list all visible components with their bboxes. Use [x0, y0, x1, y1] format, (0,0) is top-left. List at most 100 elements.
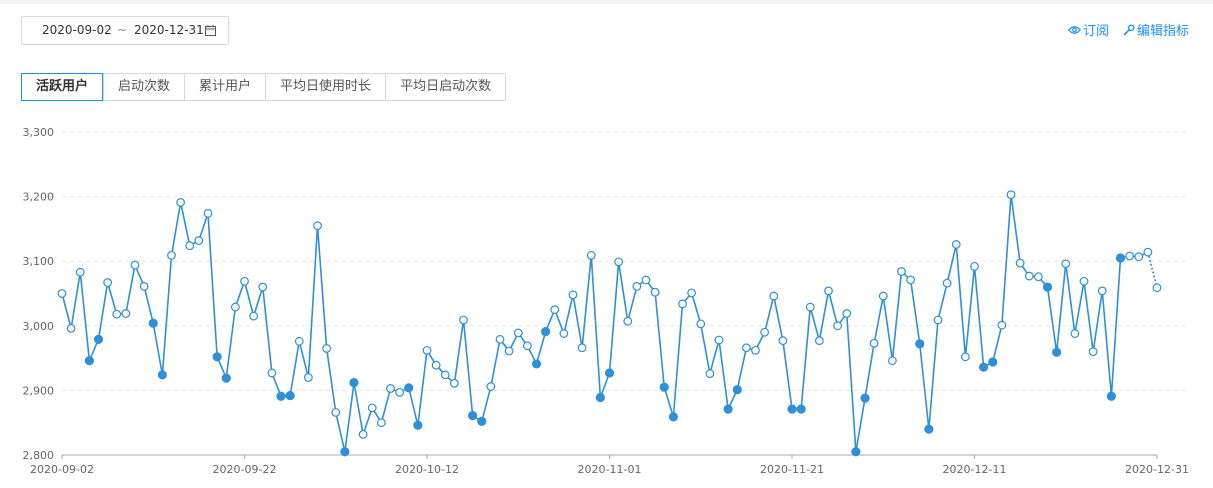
data-point	[176, 198, 186, 207]
data-point	[1134, 252, 1144, 262]
data-point	[970, 261, 979, 271]
data-point	[194, 236, 204, 245]
data-point	[167, 250, 176, 260]
data-point	[1079, 276, 1089, 286]
data-point	[860, 393, 870, 403]
data-point	[632, 281, 642, 291]
data-point	[230, 302, 240, 312]
data-point	[760, 327, 770, 337]
data-point	[340, 447, 350, 457]
data-point	[331, 407, 341, 417]
data-point	[924, 424, 934, 434]
y-tick-label: 2,800	[23, 449, 55, 462]
data-point	[714, 335, 724, 345]
data-point	[358, 429, 368, 439]
data-point	[103, 278, 113, 287]
data-point	[240, 276, 249, 286]
data-point	[769, 291, 779, 301]
data-point	[805, 302, 815, 312]
data-point	[422, 345, 432, 355]
data-point	[942, 278, 952, 288]
x-tick-label: 2020-10-12	[395, 463, 459, 476]
data-point	[386, 384, 395, 393]
data-point	[595, 392, 605, 403]
data-point	[541, 327, 551, 337]
data-point	[349, 378, 359, 388]
data-point	[459, 315, 468, 325]
data-point	[495, 334, 505, 344]
data-point	[1070, 329, 1080, 338]
data-point	[705, 369, 715, 379]
data-point	[1106, 391, 1116, 401]
data-point	[988, 357, 998, 367]
data-point	[869, 338, 879, 348]
y-tick-label: 2,900	[23, 384, 55, 397]
data-point	[550, 305, 560, 315]
data-point	[313, 221, 322, 231]
data-point	[1015, 258, 1025, 268]
data-point	[185, 241, 195, 251]
x-tick-label: 2020-09-02	[30, 463, 94, 476]
data-point	[303, 373, 313, 382]
data-point	[294, 336, 304, 346]
data-point	[1033, 272, 1043, 282]
data-point	[787, 404, 797, 414]
x-tick-label: 2020-12-31	[1125, 463, 1189, 476]
series-line-projection	[1147, 251, 1158, 288]
data-point	[468, 410, 478, 421]
data-point	[878, 291, 888, 301]
data-point	[486, 382, 496, 391]
data-point	[824, 286, 833, 296]
data-point	[997, 320, 1007, 330]
data-point	[75, 267, 85, 277]
data-point	[531, 359, 542, 369]
data-point	[404, 383, 414, 393]
data-point	[258, 282, 268, 292]
data-point	[851, 447, 861, 457]
data-point	[979, 362, 989, 372]
data-point	[887, 356, 897, 366]
data-point	[641, 275, 651, 285]
data-point	[1115, 253, 1126, 263]
data-point	[623, 316, 633, 326]
data-point	[814, 336, 824, 346]
data-point	[687, 288, 697, 298]
data-point	[1052, 347, 1062, 357]
data-point	[1024, 271, 1034, 281]
data-point	[203, 208, 213, 218]
x-tick-label: 2020-11-01	[578, 463, 642, 476]
active-users-line-chart: 3,300 3,200 3,100 3,000 2,900 2,8002020-09-02…	[23, 126, 1190, 476]
data-point	[513, 328, 523, 338]
data-point	[1125, 251, 1135, 261]
data-point	[221, 373, 231, 383]
y-tick-label: 3,200	[23, 191, 55, 204]
data-point	[449, 378, 459, 388]
data-point	[568, 290, 578, 300]
x-tick-label: 2020-11-21	[760, 463, 824, 476]
data-point	[604, 368, 615, 378]
data-point	[121, 309, 131, 318]
data-point	[614, 257, 624, 267]
data-point	[1097, 286, 1107, 296]
data-point	[897, 267, 906, 276]
x-tick-label: 2020-09-22	[213, 463, 277, 476]
data-point	[267, 368, 277, 378]
data-point	[1152, 283, 1162, 293]
data-point	[833, 321, 843, 331]
data-point	[842, 309, 852, 318]
data-point	[1006, 190, 1016, 200]
data-point	[504, 346, 514, 356]
data-point	[522, 341, 532, 351]
data-point	[148, 318, 158, 328]
data-point	[577, 343, 587, 353]
data-point	[1088, 347, 1098, 357]
data-point	[130, 260, 140, 270]
data-point	[796, 404, 806, 414]
data-point	[915, 339, 925, 349]
data-point	[1143, 247, 1153, 257]
data-point	[668, 412, 678, 422]
data-point	[933, 315, 943, 325]
data-point	[413, 420, 423, 430]
data-point	[395, 387, 405, 397]
series-line	[61, 193, 1149, 453]
